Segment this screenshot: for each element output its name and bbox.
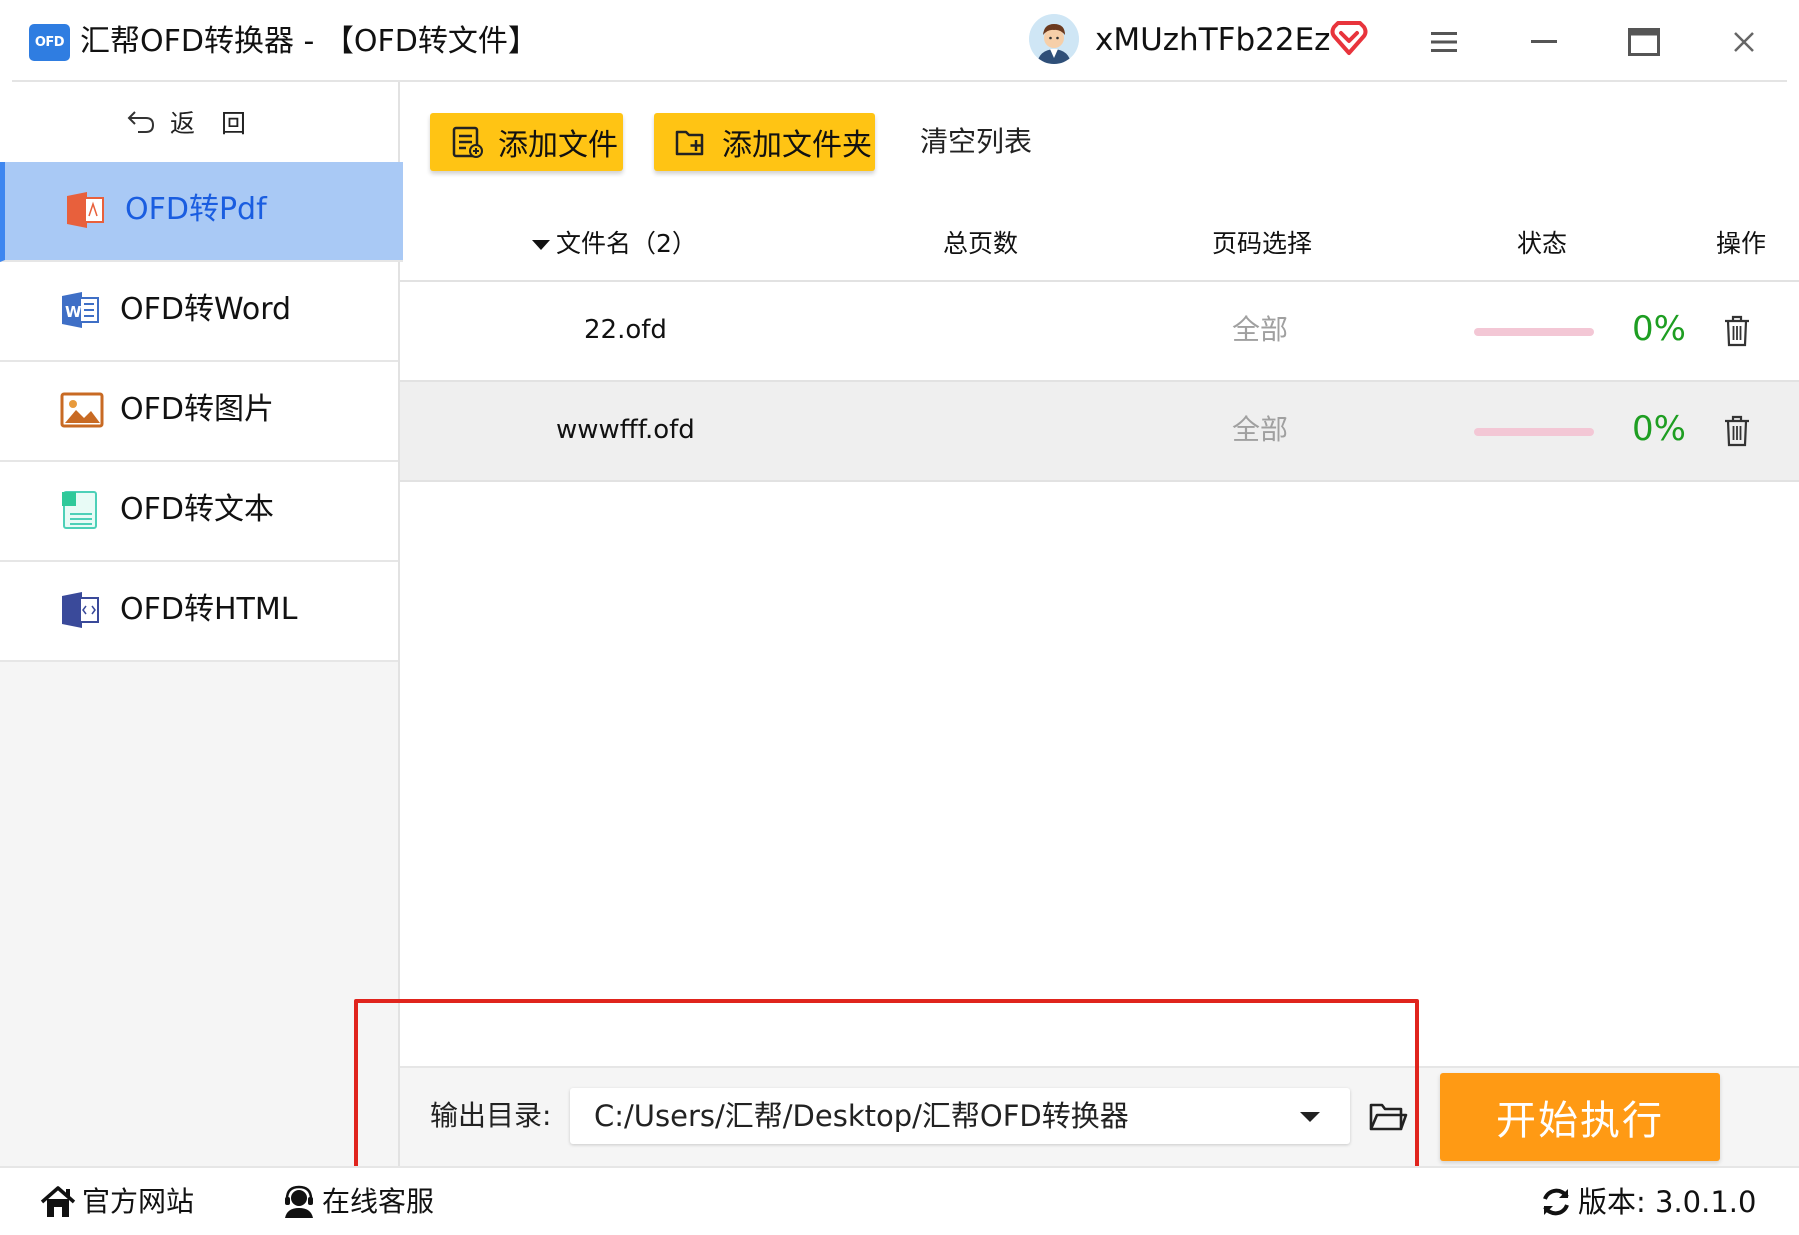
add-file-label: 添加文件	[498, 128, 618, 163]
support-link[interactable]: 在线客服	[282, 1182, 434, 1222]
sort-down-icon	[532, 240, 550, 250]
table-row[interactable]: 22.ofd 全部 0%	[400, 282, 1799, 382]
output-dir-value: C:/Users/汇帮/Desktop/汇帮OFD转换器	[594, 1099, 1129, 1133]
progress-bar	[1474, 428, 1594, 436]
add-file-icon	[452, 126, 483, 158]
pdf-file-icon	[65, 190, 105, 230]
sidebar-item-label: OFD转HTML	[120, 592, 298, 627]
website-label: 官方网站	[82, 1185, 195, 1218]
sidebar-item-label: OFD转Word	[120, 292, 292, 327]
vip-heart-icon[interactable]	[1330, 20, 1368, 56]
sidebar-item-ofd-to-word[interactable]: W OFD转Word	[0, 262, 398, 362]
user-avatar[interactable]	[1029, 14, 1079, 64]
menu-icon[interactable]	[1418, 18, 1470, 66]
progress-percent: 0%	[1632, 309, 1686, 349]
maximize-icon[interactable]	[1618, 18, 1670, 66]
sidebar-item-ofd-to-pdf[interactable]: OFD转Pdf	[0, 162, 403, 262]
browse-folder-icon[interactable]	[1368, 1096, 1408, 1136]
output-dir-select[interactable]: C:/Users/汇帮/Desktop/汇帮OFD转换器	[570, 1088, 1350, 1144]
text-file-icon	[60, 490, 100, 530]
file-table-header: 文件名（2） 总页数 页码选择 状态 操作	[400, 210, 1799, 282]
minimize-icon[interactable]	[1518, 18, 1570, 66]
page-select-column-header: 页码选择	[1212, 229, 1313, 258]
file-name: 22.ofd	[584, 315, 667, 345]
clear-list-button[interactable]: 清空列表	[920, 120, 1032, 164]
sidebar-item-label: OFD转Pdf	[125, 192, 267, 227]
output-dir-label: 输出目录:	[430, 1099, 552, 1132]
delete-icon[interactable]	[1722, 314, 1752, 348]
status-bar: 官方网站 在线客服 版本: 3.0.1.0	[0, 1166, 1799, 1235]
file-name: wwwfff.ofd	[556, 415, 695, 445]
image-file-icon	[60, 390, 104, 430]
add-folder-button[interactable]: 添加文件夹	[654, 113, 875, 171]
action-column-header: 操作	[1716, 229, 1767, 258]
back-button[interactable]: 返回	[0, 82, 398, 165]
add-folder-label: 添加文件夹	[722, 128, 872, 163]
home-icon	[40, 1186, 76, 1217]
version-label: 版本: 3.0.1.0	[1578, 1185, 1757, 1219]
back-label: 返回	[169, 109, 272, 138]
app-logo: OFD	[29, 24, 70, 61]
sidebar: 返回 OFD转Pdf W OFD转Word OFD转图片 OFD转文本 OFD转…	[0, 82, 403, 1166]
refresh-icon[interactable]	[1540, 1186, 1572, 1218]
delete-icon[interactable]	[1722, 414, 1752, 448]
chevron-down-icon	[1300, 1112, 1320, 1122]
window-title: 汇帮OFD转换器 - 【OFD转文件】	[80, 24, 538, 59]
sidebar-item-ofd-to-html[interactable]: OFD转HTML	[0, 562, 398, 662]
page-range-select[interactable]: 全部	[1232, 409, 1288, 451]
table-row[interactable]: wwwfff.ofd 全部 0%	[400, 382, 1799, 482]
sidebar-item-ofd-to-image[interactable]: OFD转图片	[0, 362, 398, 462]
sidebar-item-label: OFD转文本	[120, 492, 274, 527]
sidebar-item-ofd-to-text[interactable]: OFD转文本	[0, 462, 398, 562]
add-folder-icon	[675, 130, 704, 156]
filename-column-header[interactable]: 文件名（2）	[532, 226, 697, 262]
add-file-button[interactable]: 添加文件	[430, 113, 623, 171]
progress-bar	[1474, 328, 1594, 336]
svg-text:W: W	[65, 303, 82, 321]
page-range-select[interactable]: 全部	[1232, 309, 1288, 351]
back-arrow-icon	[127, 111, 154, 133]
sidebar-item-label: OFD转图片	[120, 392, 274, 427]
version-info: 版本: 3.0.1.0	[1540, 1182, 1756, 1222]
headset-icon	[285, 1185, 313, 1218]
close-icon[interactable]	[1718, 18, 1770, 66]
start-button[interactable]: 开始执行	[1440, 1073, 1720, 1161]
website-link[interactable]: 官方网站	[40, 1182, 194, 1222]
progress-percent: 0%	[1632, 409, 1686, 449]
html-file-icon	[60, 590, 100, 630]
status-column-header: 状态	[1517, 229, 1568, 258]
title-bar: OFD 汇帮OFD转换器 - 【OFD转文件】 xMUzhTFb22Ez	[0, 0, 1799, 82]
username[interactable]: xMUzhTFb22Ez	[1095, 18, 1330, 62]
total-pages-column-header: 总页数	[943, 229, 1019, 258]
word-file-icon: W	[60, 290, 100, 330]
support-label: 在线客服	[322, 1185, 435, 1218]
